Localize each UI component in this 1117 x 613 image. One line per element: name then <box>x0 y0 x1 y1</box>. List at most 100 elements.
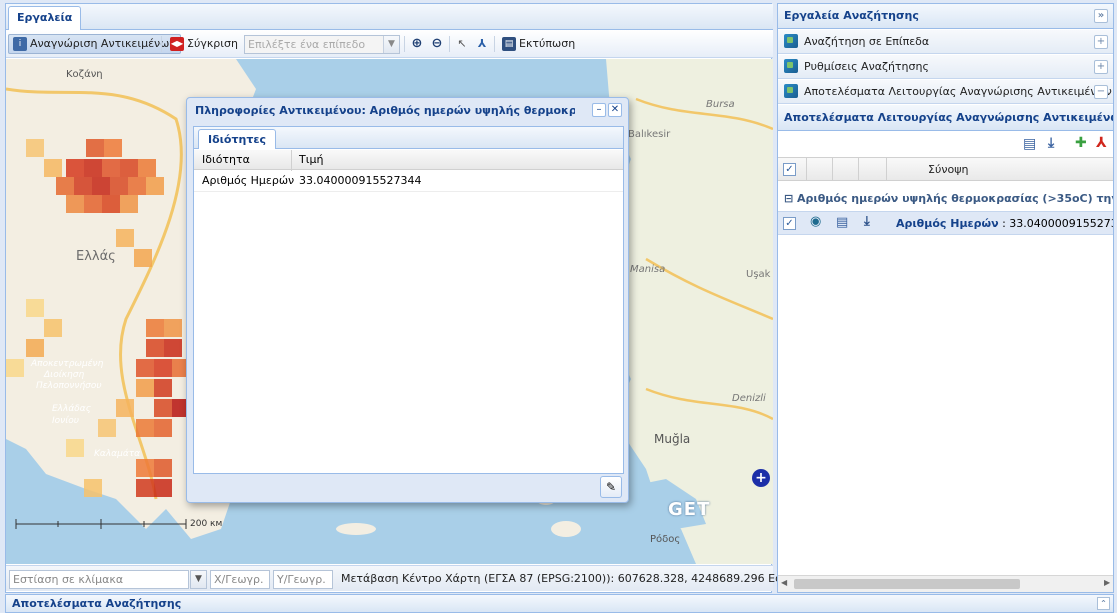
map-label: Manisa <box>630 264 666 275</box>
column-divider <box>832 158 833 180</box>
settings-icon <box>784 59 798 73</box>
map-label: Ρόδος <box>650 534 681 545</box>
tools-tab-strip: Εργαλεία <box>6 4 773 30</box>
measure-icon: ⅄ <box>477 37 487 50</box>
y-coordinate-input[interactable]: Υ/Γεωγρ. <box>273 570 333 589</box>
results-toolbar: ▤ ⤓ ✚ ⅄ <box>778 132 1113 156</box>
tab-tools[interactable]: Εργαλεία <box>8 6 82 30</box>
scale-label: 200 км <box>190 519 223 529</box>
row-checkbox[interactable]: ✓ <box>783 217 796 230</box>
table-row[interactable]: ✓ ◉ ▤ ⤓ Αριθμός Ημερών : 33.040000915527… <box>778 211 1113 235</box>
identify-button[interactable]: i Αναγνώριση Αντικειμένων <box>8 34 181 54</box>
get-logo-text: GET <box>668 499 711 520</box>
scrollbar-thumb[interactable] <box>794 579 1020 589</box>
map-label: Αποκεντρωμένη <box>31 359 104 369</box>
edit-button[interactable]: ✎ <box>600 476 622 498</box>
results-grid-header: ✓ Σύνοψη <box>778 157 1113 181</box>
tab-properties[interactable]: Ιδιότητες <box>198 129 277 149</box>
map-label: Ελλάδας <box>52 404 91 414</box>
table-icon[interactable]: ▤ <box>836 215 848 230</box>
map-label: Ελλάς <box>76 249 116 264</box>
chevron-down-icon: ▼ <box>383 36 399 53</box>
map-label: Denizli <box>732 393 766 404</box>
eye-icon[interactable]: ◉ <box>810 214 821 229</box>
go-button[interactable]: Μετάβαση <box>341 572 399 585</box>
expand-icon[interactable]: + <box>1094 60 1108 74</box>
map-label: Bursa <box>706 99 735 110</box>
column-divider <box>291 150 292 171</box>
properties-grid-header: Ιδιότητα Τιμή <box>194 150 623 170</box>
collapse-right-button[interactable]: » <box>1094 9 1108 23</box>
map-label: Κοζάνη <box>66 69 103 80</box>
feature-info-footer: ✎ <box>193 475 624 499</box>
search-tools-title: Εργαλεία Αναζήτησης » <box>778 4 1113 29</box>
close-icon: ✕ <box>610 104 620 115</box>
map-center-readout: Κέντρο Χάρτη (ΕΓΣΑ 87 (EPSG:2100)): 6076… <box>402 572 818 585</box>
column-divider <box>858 158 859 180</box>
plus-icon: + <box>755 470 767 486</box>
result-summary: Αριθμός Ημερών : 33.040000915527344 <box>896 217 1113 230</box>
property-value: 33.040000915527344 <box>299 174 422 187</box>
printer-icon: ▤ <box>502 37 516 51</box>
chevron-down-icon[interactable]: ▼ <box>190 570 207 589</box>
feature-info-tabs: Ιδιότητες <box>194 127 623 149</box>
zoom-out-icon: ⊖ <box>431 36 443 51</box>
column-header-property[interactable]: Ιδιότητα <box>202 150 250 170</box>
map-label: Ιονίου <box>52 416 79 426</box>
map-label: Muğla <box>654 432 691 446</box>
result-group-header[interactable]: ⊟ Αριθμός ημερών υψηλής θερμοκρασίας (>3… <box>778 188 1113 210</box>
double-chevron-right-icon: » <box>1097 10 1105 21</box>
column-divider <box>806 158 807 180</box>
map-toolbar: i Αναγνώριση Αντικειμένων ◀▶ Σύγκριση Επιλ… <box>6 30 773 58</box>
search-results-bar[interactable]: Αποτελέσματα Αναζήτησης ⌃ <box>5 594 1114 613</box>
horizontal-scrollbar[interactable]: ◀ ▶ <box>778 575 1113 592</box>
add-layer-icon[interactable]: ✚ <box>1075 135 1087 151</box>
minimize-button[interactable]: – <box>592 103 606 117</box>
map-label: Καλαμάτα <box>94 449 141 459</box>
toolbar-separator <box>161 36 162 52</box>
close-button[interactable]: ✕ <box>608 103 622 117</box>
layer-select[interactable]: Επιλέξτε ένα επίπεδο ▼ <box>244 35 400 54</box>
expand-up-icon[interactable]: ⌃ <box>1097 597 1110 610</box>
results-header: Αποτελέσματα Λειτουργίας Αναγνώρισης Αντ… <box>778 105 1113 131</box>
select-all-checkbox[interactable]: ✓ <box>783 163 796 176</box>
print-button[interactable]: ▤ Εκτύπωση <box>497 34 580 54</box>
table-icon[interactable]: ▤ <box>1023 136 1036 152</box>
measure-button[interactable]: ⅄ <box>472 34 495 54</box>
toolbar-separator <box>449 36 450 52</box>
compare-button[interactable]: ◀▶ Σύγκριση <box>165 34 243 54</box>
results-icon <box>784 84 798 98</box>
column-divider <box>886 158 887 180</box>
toolbar-separator <box>494 36 495 52</box>
column-header-value[interactable]: Τιμή <box>299 150 323 170</box>
zoom-in-icon: ⊕ <box>411 36 423 51</box>
column-header-summary[interactable]: Σύνοψη <box>928 163 968 176</box>
scroll-left-icon[interactable]: ◀ <box>781 578 787 587</box>
layers-icon <box>784 34 798 48</box>
scroll-right-icon[interactable]: ▶ <box>1104 578 1110 587</box>
map-label: Balıkesir <box>628 129 671 140</box>
property-name: Αριθμός Ημερών <box>202 174 295 187</box>
table-row[interactable]: Αριθμός Ημερών 33.040000915527344 <box>194 171 623 192</box>
accordion-identify-results[interactable]: Αποτελέσματα Λειτουργίας Αναγνώρισης Αντ… <box>778 80 1113 104</box>
feature-info-body: Ιδιότητες Ιδιότητα Τιμή Αριθμός Ημερών 3… <box>193 126 624 474</box>
identify-icon: i <box>13 37 27 51</box>
pencil-icon: ✎ <box>605 480 617 494</box>
accordion-search-settings[interactable]: Ρυθμίσεις Αναζήτησης + <box>778 55 1113 79</box>
zoom-scale-input[interactable]: Εστίαση σε κλίμακα <box>9 570 189 589</box>
x-coordinate-input[interactable]: Χ/Γεωγρ. <box>210 570 270 589</box>
accordion-search-layers[interactable]: Αναζήτηση σε Επίπεδα + <box>778 30 1113 54</box>
expand-icon[interactable]: + <box>1094 35 1108 49</box>
search-tools-panel: Εργαλεία Αναζήτησης » Αναζήτηση σε Επίπε… <box>777 3 1114 593</box>
zoom-out-button[interactable]: ⊖ <box>427 34 450 54</box>
zoom-to-icon[interactable]: ⤓ <box>864 214 870 229</box>
map-plus-button[interactable]: + <box>752 469 770 487</box>
minimize-icon: – <box>596 104 602 115</box>
map-label: Διοίκηση <box>44 370 85 380</box>
compare-icon: ◀▶ <box>170 37 184 51</box>
feature-info-window: Πληροφορίες Αντικειμένου: Αριθμός ημερών… <box>186 97 629 503</box>
pdf-icon[interactable]: ⅄ <box>1096 135 1107 151</box>
map-label: Πελοποννήσου <box>36 381 102 391</box>
download-icon[interactable]: ⤓ <box>1048 135 1054 151</box>
collapse-icon[interactable]: − <box>1094 85 1108 99</box>
